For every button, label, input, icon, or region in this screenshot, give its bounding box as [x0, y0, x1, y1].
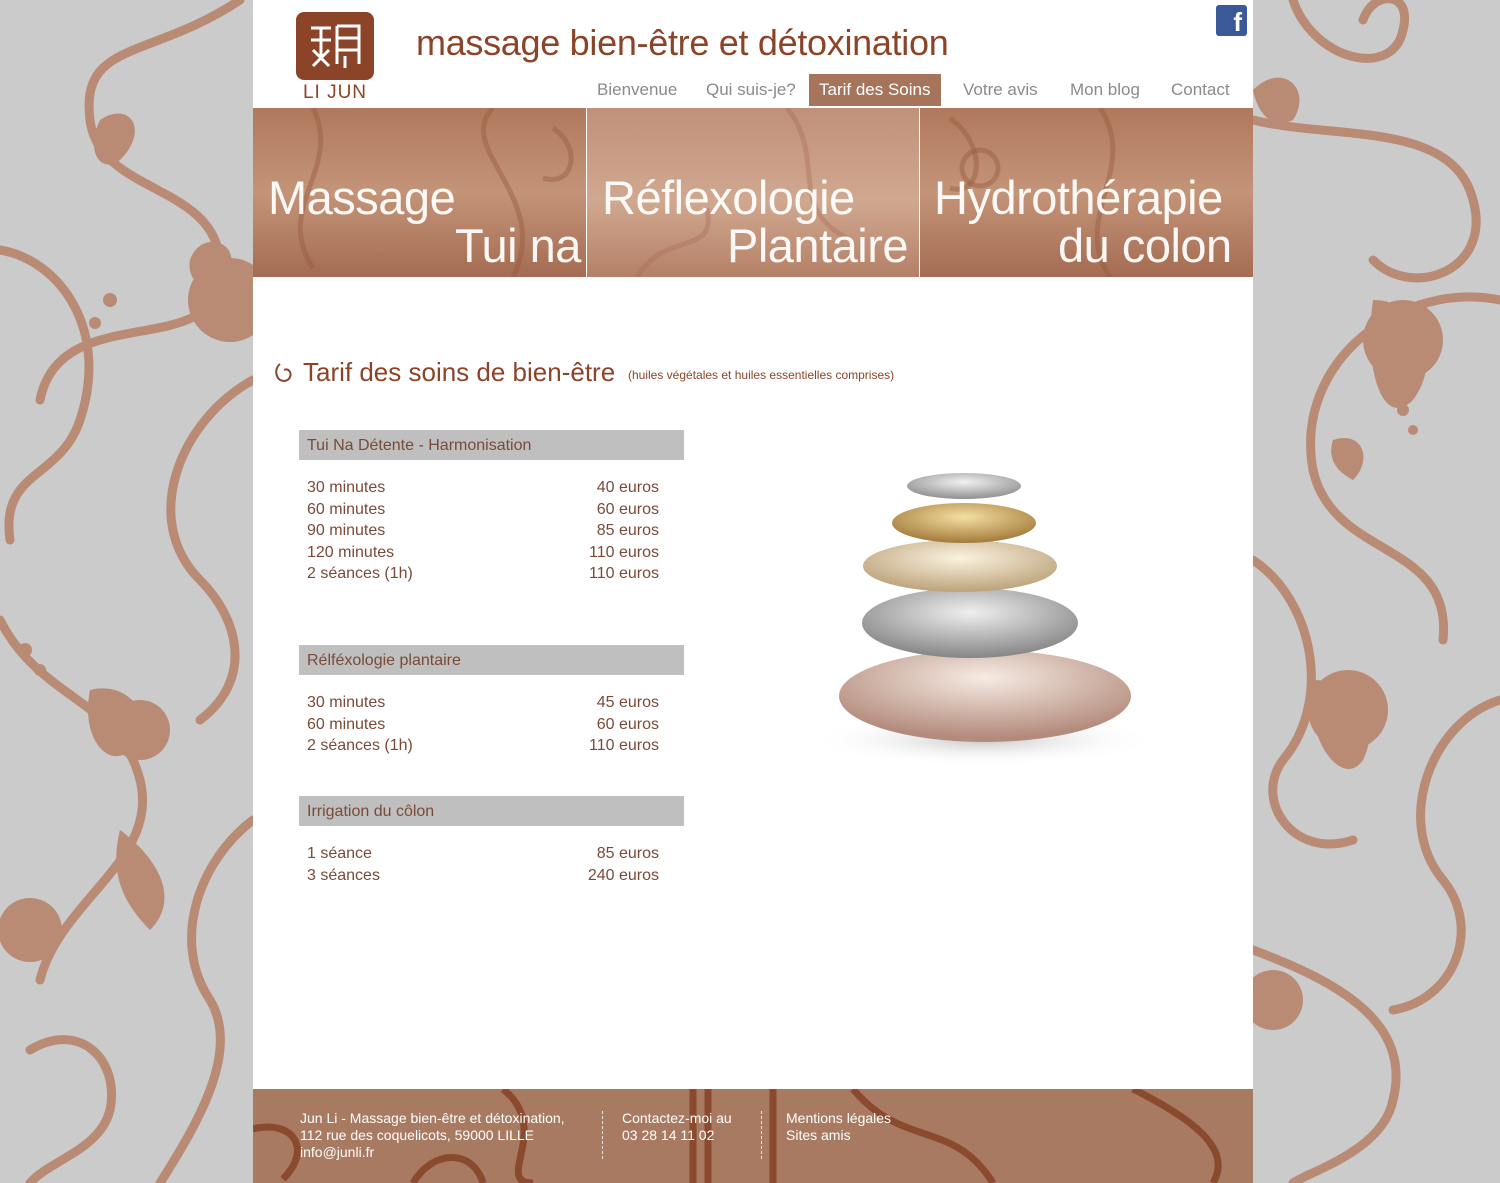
price-row: 3 séances 240 euros — [299, 867, 684, 889]
price-duration: 30 minutes — [307, 694, 386, 711]
page-subtitle: (huiles végétales et huiles essentielles… — [628, 368, 895, 382]
price-row: 60 minutes 60 euros — [299, 716, 684, 738]
banner-panel-line1: Massage — [268, 171, 456, 224]
nav-item-qui-suis-je[interactable]: Qui suis-je? — [706, 74, 796, 106]
footer-address-line: Jun Li - Massage bien-être et détoxinati… — [300, 1110, 565, 1126]
price-value: 40 euros — [596, 479, 659, 496]
price-duration: 2 séances (1h) — [307, 565, 413, 583]
price-duration: 30 minutes — [307, 479, 386, 496]
price-section-heading: Rélféxologie plantaire — [299, 645, 684, 675]
footer-divider — [761, 1111, 763, 1159]
footer-divider — [602, 1111, 604, 1159]
page-title: Tarif des soins de bien-être — [303, 357, 616, 387]
footer: Jun Li - Massage bien-être et détoxinati… — [253, 1089, 1253, 1183]
price-row: 120 minutes 110 euros — [299, 544, 684, 566]
site-title: massage bien-être et détoxination — [416, 22, 949, 63]
price-value: 85 euros — [596, 845, 659, 862]
price-value: 110 euros — [589, 565, 659, 583]
main-navigation: Bienvenue Qui suis-je? Tarif des Soins V… — [253, 74, 1253, 106]
price-duration: 120 minutes — [307, 543, 395, 561]
spiral-icon — [275, 363, 292, 382]
price-row: 30 minutes 45 euros — [299, 694, 684, 716]
footer-links: Mentions légales Sites amis — [786, 1110, 891, 1144]
price-section-tuina: Tui Na Détente - Harmonisation 30 minute… — [299, 430, 684, 587]
price-duration: 1 séance — [307, 845, 372, 862]
price-row: 2 séances (1h) 110 euros — [299, 565, 684, 587]
price-row: 90 minutes 85 euros — [299, 522, 684, 544]
nav-item-mon-blog[interactable]: Mon blog — [1070, 74, 1140, 106]
price-value: 85 euros — [596, 522, 659, 540]
banner-panel-massage[interactable]: Massage Tui na — [253, 108, 586, 277]
price-section-reflexologie: Rélféxologie plantaire 30 minutes 45 euro… — [299, 645, 684, 759]
footer-contact: Contactez-moi au 03 28 14 11 02 — [622, 1110, 732, 1144]
banner-panel-line2: Tui na — [455, 219, 581, 272]
footer-link-sites-amis[interactable]: Sites amis — [786, 1127, 891, 1144]
price-value: 60 euros — [596, 715, 659, 733]
price-duration: 60 minutes — [307, 715, 386, 733]
banner-panel-line2: Plantaire — [727, 219, 909, 272]
price-value: 110 euros — [589, 543, 659, 561]
price-duration: 3 séances — [307, 866, 380, 884]
facebook-icon[interactable]: f — [1216, 5, 1247, 37]
price-value: 60 euros — [596, 500, 659, 518]
price-row: 1 séance 85 euros — [299, 845, 684, 867]
banner-panel-line1: Réflexologie — [602, 171, 855, 224]
price-value: 45 euros — [596, 694, 659, 711]
price-duration: 90 minutes — [307, 522, 386, 540]
price-row: 30 minutes 40 euros — [299, 479, 684, 501]
price-section-heading: Tui Na Détente - Harmonisation — [299, 430, 684, 460]
footer-phone: 03 28 14 11 02 — [622, 1127, 715, 1143]
banner-panel-reflexologie[interactable]: Réflexologie Plantaire — [587, 108, 919, 277]
banner-panel-line2: du colon — [1058, 219, 1232, 272]
price-value: 240 euros — [587, 866, 659, 884]
banner-panel-line1: Hydrothérapie — [934, 171, 1223, 224]
footer-contact-line: Contactez-moi au — [622, 1110, 732, 1126]
nav-item-contact[interactable]: Contact — [1171, 74, 1230, 106]
price-duration: 2 séances (1h) — [307, 737, 413, 755]
footer-address: Jun Li - Massage bien-être et détoxinati… — [300, 1110, 565, 1161]
banner-panel-hydrotherapie[interactable]: Hydrothérapie du colon — [920, 108, 1253, 277]
logo-seal-icon — [296, 12, 374, 80]
nav-item-bienvenue[interactable]: Bienvenue — [597, 74, 677, 106]
price-row: 2 séances (1h) 110 euros — [299, 737, 684, 759]
nav-item-tarif-des-soins[interactable]: Tarif des Soins — [809, 74, 941, 106]
background-decoration-left — [0, 0, 253, 1183]
footer-link-mentions-legales[interactable]: Mentions légales — [786, 1110, 891, 1127]
price-section-heading: Irrigation du côlon — [299, 796, 684, 826]
page-container: LI JUN massage bien-être et détoxination… — [253, 0, 1253, 1183]
price-duration: 60 minutes — [307, 500, 386, 518]
price-row: 60 minutes 60 euros — [299, 501, 684, 523]
nav-item-votre-avis[interactable]: Votre avis — [963, 74, 1038, 106]
price-section-irrigation: Irrigation du côlon 1 séance 85 euros 3 s… — [299, 796, 684, 888]
footer-address-line: 112 rue des coquelicots, 59000 LILLE — [300, 1127, 535, 1143]
footer-email-link[interactable]: info@junli.fr — [300, 1144, 565, 1161]
background-decoration-right — [1253, 0, 1500, 1183]
price-value: 110 euros — [589, 737, 659, 755]
stones-image — [788, 460, 1168, 790]
services-banner: Massage Tui na Réflexologie Plantaire Hy… — [253, 108, 1253, 277]
